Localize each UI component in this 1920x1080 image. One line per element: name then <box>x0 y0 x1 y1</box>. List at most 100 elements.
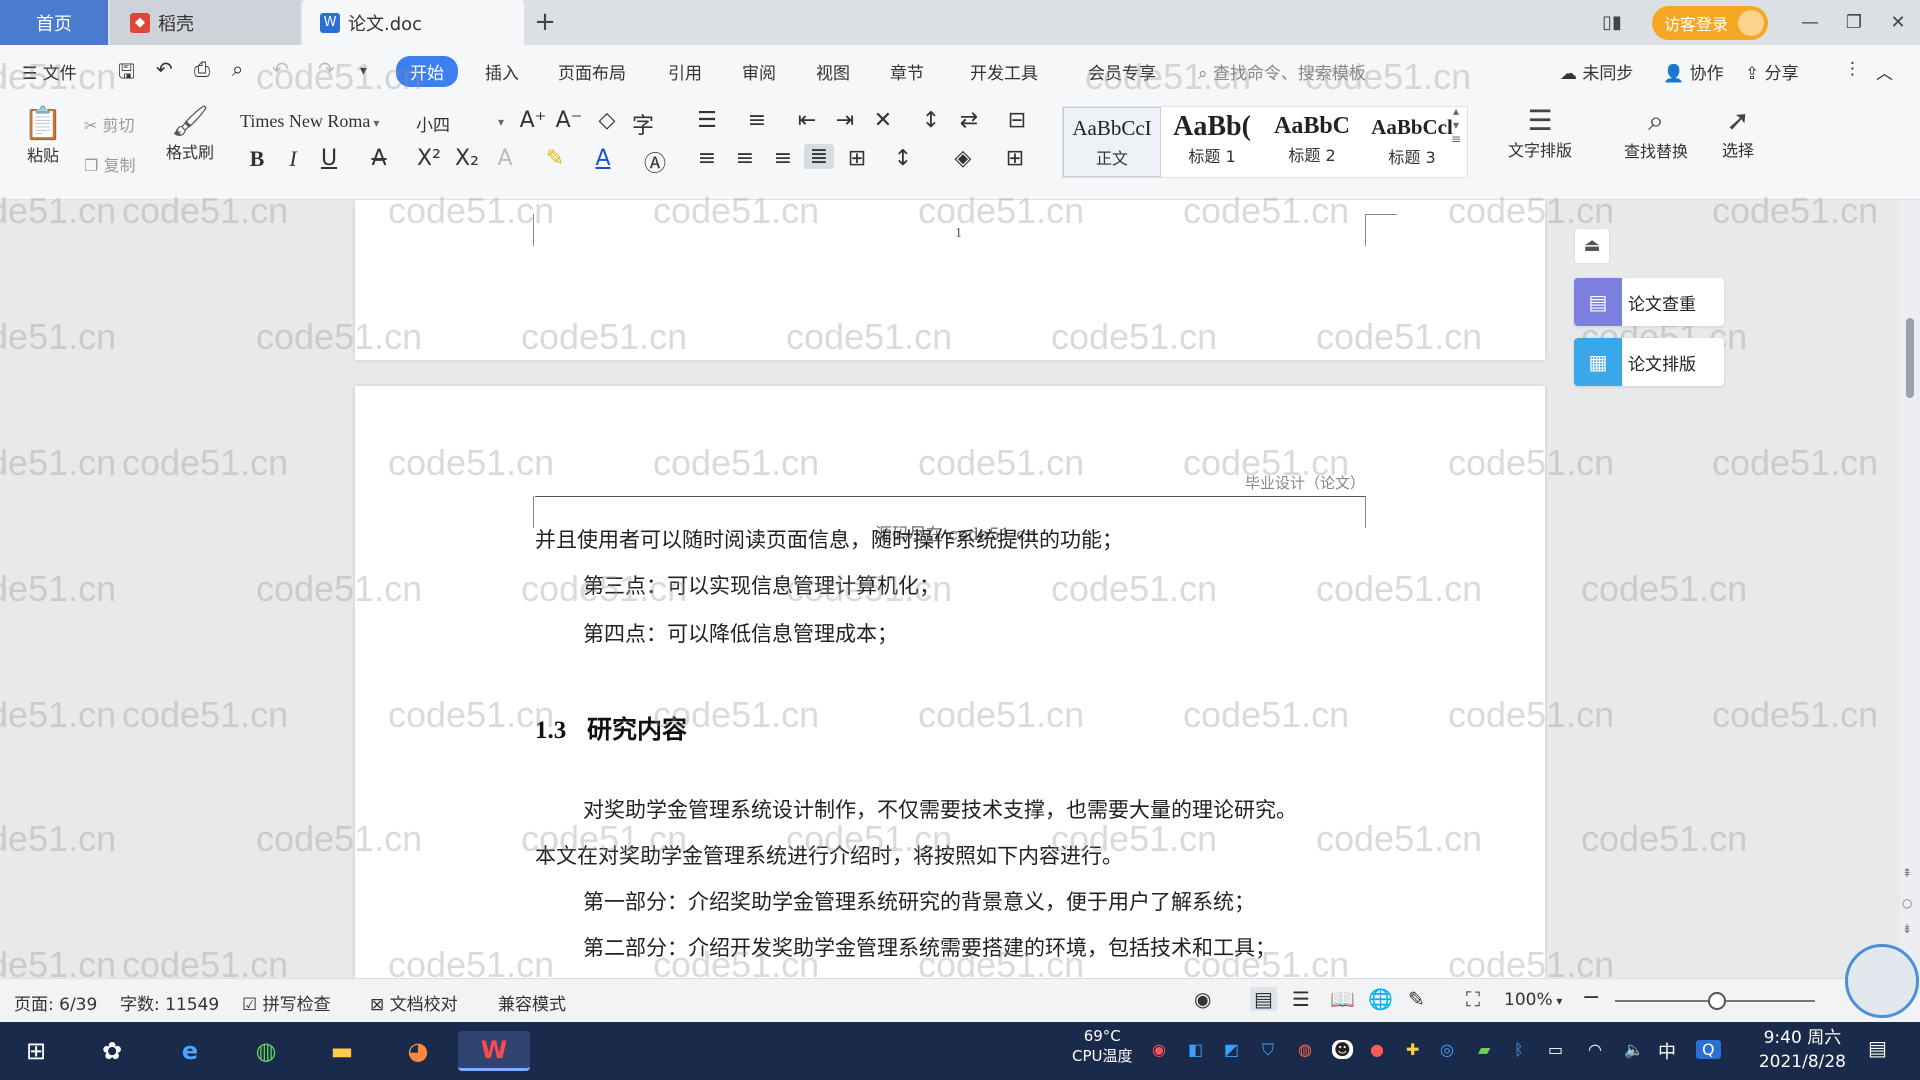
highlight-icon[interactable]: ✎ <box>540 146 570 171</box>
tab-document[interactable]: W 论文.doc <box>302 0 524 45</box>
align-left-icon[interactable]: ≡ <box>692 146 722 171</box>
wifi-icon[interactable]: ◠ <box>1588 1040 1602 1059</box>
tray-app-icon[interactable]: ✚ <box>1406 1040 1419 1059</box>
tab-references[interactable]: 引用 <box>668 59 702 84</box>
clear-format-icon[interactable]: ◇ <box>592 108 622 133</box>
nvidia-icon[interactable]: ▰ <box>1478 1040 1490 1059</box>
text-effect-icon[interactable]: A <box>490 146 520 171</box>
chinese-layout-icon[interactable]: ✕ <box>868 108 898 133</box>
close-button[interactable]: ✕ <box>1876 0 1920 45</box>
write-mode-icon[interactable]: ✎ <box>1408 987 1425 1011</box>
line-spacing-icon[interactable]: ↕ <box>888 146 918 171</box>
tray-app-icon[interactable]: ● <box>1370 1040 1384 1059</box>
decrease-indent-icon[interactable]: ⇤ <box>792 108 822 133</box>
tab-start[interactable]: 开始 <box>396 56 458 87</box>
font-name-select[interactable]: Times New Roma ▾ <box>236 108 412 136</box>
quick-access-dropdown-icon[interactable]: ▾ <box>360 63 367 79</box>
tab-chapter[interactable]: 章节 <box>890 59 924 84</box>
subscript-icon[interactable]: X₂ <box>452 146 482 171</box>
tab-stops-icon[interactable]: ⊟ <box>1002 108 1032 133</box>
tray-app-icon[interactable]: ◎ <box>1440 1040 1454 1059</box>
style-heading-1[interactable]: AaBb( 标题 1 <box>1163 107 1261 177</box>
paper-check-button[interactable]: ▤ 论文查重 <box>1574 278 1724 326</box>
windows-start-icon[interactable]: ⊞ <box>16 1031 56 1071</box>
style-heading-2[interactable]: AaBbC 标题 2 <box>1263 107 1361 177</box>
phonetic-guide-icon[interactable]: 字 <box>628 108 658 140</box>
visitor-login-button[interactable]: 访客登录 <box>1651 5 1768 40</box>
volume-icon[interactable]: 🔈 <box>1624 1040 1644 1059</box>
player-app-icon[interactable]: ◕ <box>398 1031 438 1071</box>
collaborate-button[interactable]: 👤 协作 <box>1663 59 1724 84</box>
tray-app-icon[interactable]: ◍ <box>1298 1040 1312 1059</box>
grow-font-icon[interactable]: A⁺ <box>518 108 548 133</box>
bluetooth-icon[interactable]: ᛒ <box>1514 1040 1524 1059</box>
style-normal[interactable]: AaBbCcI 正文 <box>1063 107 1161 177</box>
prev-page-icon[interactable]: ⇞ <box>1902 866 1912 880</box>
outline-view-icon[interactable]: ☰ <box>1292 987 1310 1011</box>
fit-page-icon[interactable]: ⛶ <box>1466 987 1480 1011</box>
more-options-icon[interactable]: ⋮ <box>1844 59 1861 79</box>
font-color-icon[interactable]: A <box>588 146 618 171</box>
tab-review[interactable]: 审阅 <box>742 59 776 84</box>
increase-indent-icon[interactable]: ⇥ <box>830 108 860 133</box>
numbered-list-icon[interactable]: ≡ <box>742 108 772 133</box>
tab-page-layout[interactable]: 页面布局 <box>558 59 626 84</box>
distribute-icon[interactable]: ⊞ <box>842 146 872 171</box>
font-size-select[interactable]: 小四 ▾ <box>412 108 508 136</box>
read-mode-icon[interactable]: 📖 <box>1330 987 1355 1011</box>
zoom-slider-handle[interactable] <box>1708 992 1726 1010</box>
tab-insert[interactable]: 插入 <box>485 59 519 84</box>
bullet-list-icon[interactable]: ☰ <box>692 108 722 133</box>
file-menu[interactable]: ☰ 文件 <box>22 59 77 84</box>
web-view-icon[interactable]: 🌐 <box>1368 987 1393 1011</box>
file-explorer-icon[interactable]: ▬ <box>322 1031 362 1071</box>
borders-icon[interactable]: ⊞ <box>1000 146 1030 171</box>
paste-button[interactable]: 📋 粘贴 <box>18 104 68 166</box>
search-tray-icon[interactable]: Q <box>1696 1040 1721 1059</box>
minimize-button[interactable]: — <box>1788 0 1832 45</box>
tab-developer[interactable]: 开发工具 <box>970 59 1038 84</box>
wps-taskbar-icon[interactable]: W <box>458 1031 530 1071</box>
select-button[interactable]: ➚ 选择 <box>1706 104 1770 161</box>
proofread-button[interactable]: ⊠ 文档校对 <box>370 990 458 1015</box>
redo-icon[interactable]: ↷ <box>318 57 335 81</box>
ie-browser-icon[interactable]: e <box>170 1031 210 1071</box>
zoom-out-icon[interactable]: − <box>1582 985 1600 1010</box>
shield-icon[interactable]: ⛉ <box>1262 1040 1274 1060</box>
next-page-icon[interactable]: ⇟ <box>1902 922 1912 936</box>
tab-docer[interactable]: ◆ 稻壳 <box>110 0 300 45</box>
text-layout-button[interactable]: ☰ 文字排版 <box>1490 104 1590 161</box>
page-indicator[interactable]: 页面: 6/39 <box>14 990 97 1015</box>
select-browse-icon[interactable]: ○ <box>1902 896 1912 910</box>
scrollbar-thumb[interactable] <box>1906 318 1914 398</box>
justify-icon[interactable]: ≣ <box>804 144 834 169</box>
page-view-icon[interactable]: ▤ <box>1250 987 1277 1011</box>
align-right-icon[interactable]: ≡ <box>768 146 798 171</box>
new-tab-button[interactable]: + <box>530 8 560 38</box>
print-preview-icon[interactable]: ⌕ <box>232 57 243 81</box>
tab-view[interactable]: 视图 <box>816 59 850 84</box>
system-clock[interactable]: 9:40 周六 2021/8/28 <box>1759 1026 1846 1074</box>
strikethrough-icon[interactable]: A <box>364 146 394 171</box>
paper-layout-button[interactable]: ▦ 论文排版 <box>1574 338 1724 386</box>
shading-icon[interactable]: ◈ <box>948 146 978 171</box>
tray-app-icon[interactable]: ◩ <box>1224 1040 1239 1059</box>
spell-check-button[interactable]: ☑ 拼写检查 <box>242 990 331 1015</box>
tray-app-icon[interactable]: ◧ <box>1188 1040 1203 1059</box>
assistant-floating-ball[interactable] <box>1845 944 1919 1018</box>
style-gallery-scroll-icon[interactable]: ▴ ▾ ≡ <box>1446 104 1466 146</box>
align-center-icon[interactable]: ≡ <box>730 146 760 171</box>
tray-app-icon[interactable]: ◉ <box>1152 1040 1166 1059</box>
battery-icon[interactable]: ▭ <box>1548 1040 1563 1059</box>
superscript-icon[interactable]: X² <box>414 146 444 171</box>
share-button[interactable]: ⇪ 分享 <box>1745 59 1799 84</box>
browser-360-icon[interactable]: ◍ <box>246 1031 286 1071</box>
tab-home[interactable]: 首页 <box>0 0 108 45</box>
notification-center-icon[interactable]: ▤ <box>1868 1036 1887 1060</box>
format-painter-button[interactable]: 🖌 格式刷 <box>160 104 220 163</box>
print-icon[interactable]: ⎙ <box>194 57 210 81</box>
side-panel-collapse-icon[interactable]: ⏏ <box>1574 228 1610 264</box>
restore-button[interactable]: ❐ <box>1832 0 1876 45</box>
undo-icon[interactable]: ↶ <box>272 57 289 81</box>
character-border-icon[interactable]: Ⓐ <box>640 146 670 178</box>
